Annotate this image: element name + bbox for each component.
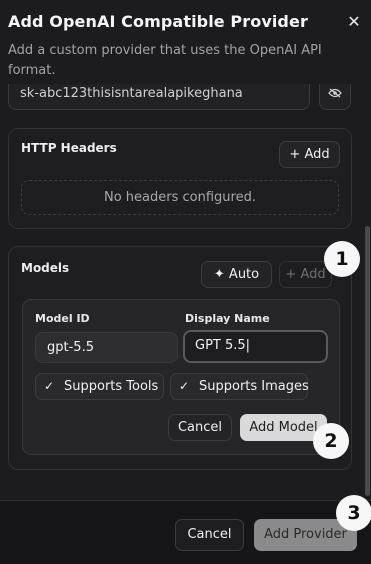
auto-label: Auto [228, 267, 260, 282]
add-provider-dialog: Add OpenAI Compatible Provider Add a cus… [0, 0, 371, 564]
model-id-input[interactable]: gpt-5.5 [35, 332, 178, 363]
dialog-subtitle: Add a custom provider that uses the Open… [8, 43, 322, 78]
models-label: Models [21, 261, 70, 275]
add-header-button[interactable]: + Add [279, 141, 340, 168]
annotation-badge-2: 2 [313, 423, 349, 459]
supports-tools-label: Supports Tools [64, 379, 159, 394]
supports-images-checkbox[interactable]: ✓ Supports Images [170, 373, 309, 400]
text-cursor: | [245, 338, 251, 353]
add-model-row-label: Add [300, 267, 326, 282]
http-headers-label: HTTP Headers [21, 141, 117, 155]
close-icon[interactable]: ✕ [344, 12, 364, 32]
annotation-badge-1: 1 [324, 241, 360, 277]
annotation-badge-3: 3 [336, 495, 371, 531]
model-form: Model ID gpt-5.5 Display Name GPT 5.5| ✓… [22, 299, 340, 455]
auto-detect-button[interactable]: ✦ Auto [201, 261, 272, 288]
plus-icon: + [289, 147, 301, 162]
sparkle-icon: ✦ [213, 267, 225, 282]
dialog-footer: Cancel Add Provider [0, 500, 371, 564]
headers-empty-state: No headers configured. [21, 180, 339, 215]
eye-icon[interactable] [319, 84, 351, 110]
cancel-model-button[interactable]: Cancel [168, 414, 232, 441]
http-headers-section: HTTP Headers + Add No headers configured… [8, 128, 352, 229]
display-name-label: Display Name [185, 312, 270, 325]
plus-icon: + [285, 267, 297, 282]
cancel-button[interactable]: Cancel [175, 519, 244, 551]
check-icon: ✓ [179, 379, 190, 393]
dialog-title: Add OpenAI Compatible Provider [8, 12, 308, 31]
model-id-label: Model ID [35, 312, 90, 325]
supports-images-label: Supports Images [199, 379, 309, 394]
check-icon: ✓ [44, 379, 55, 393]
display-name-value: GPT 5.5 [195, 338, 246, 353]
supports-tools-checkbox[interactable]: ✓ Supports Tools [35, 373, 164, 400]
display-name-input[interactable]: GPT 5.5| [183, 330, 328, 363]
add-header-label: Add [304, 147, 330, 162]
scrollbar[interactable] [365, 226, 370, 496]
api-key-input[interactable]: sk-abc123thisisntarealapikeghana [8, 84, 310, 110]
models-section: Models ✦ Auto + Add Model ID gpt-5.5 Dis… [8, 246, 352, 470]
